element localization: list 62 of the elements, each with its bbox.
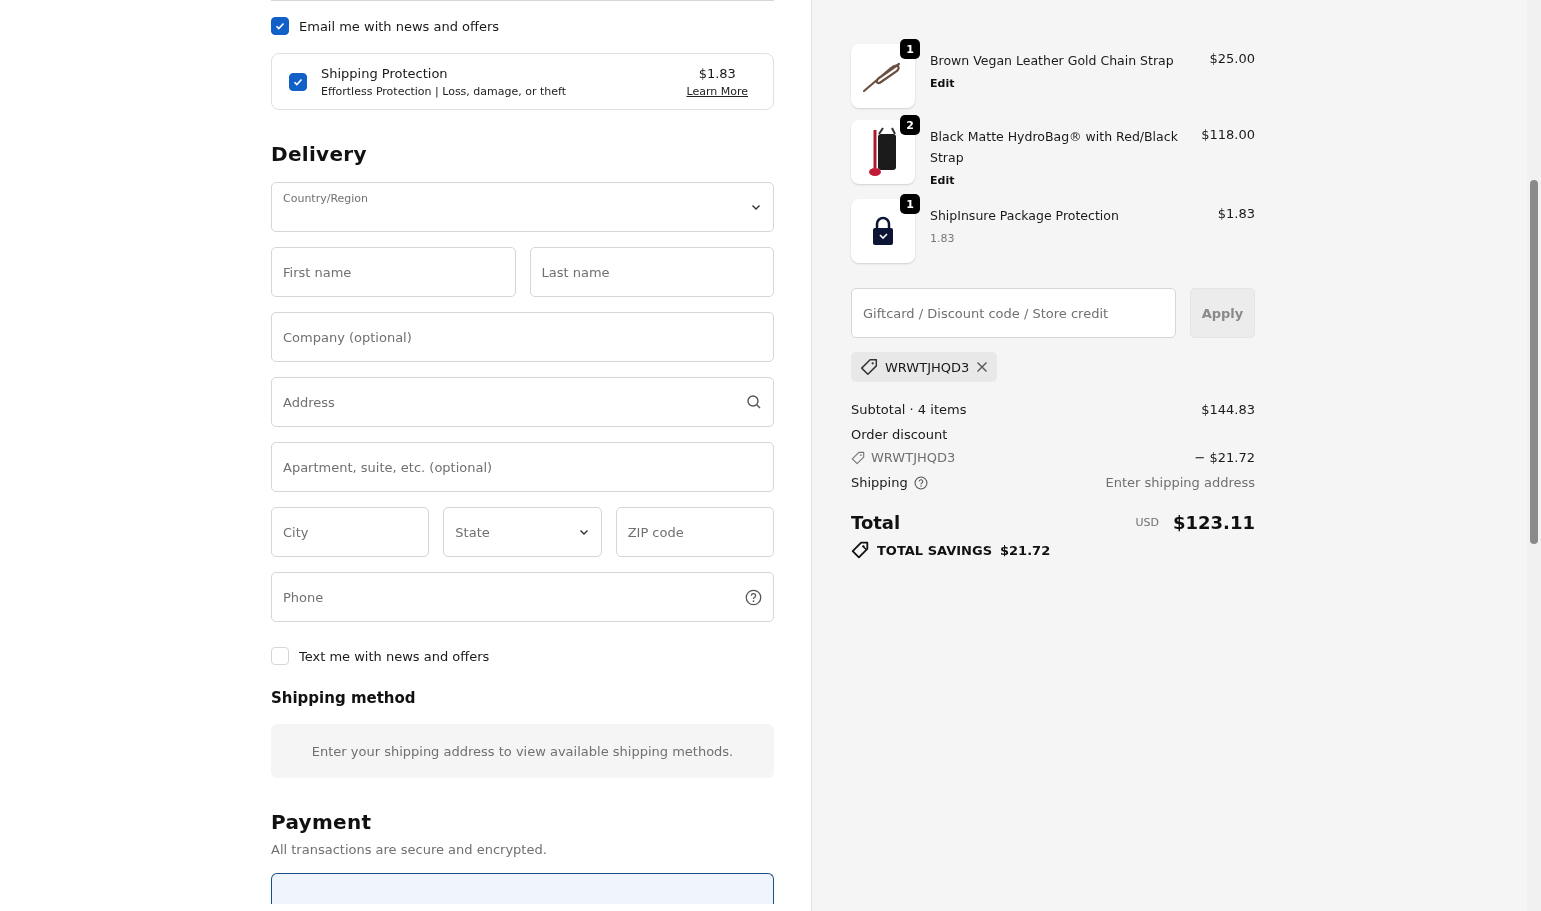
discount-code: WRWTJHQD3 [885,359,970,375]
product-name: ShipInsure Package Protection [930,207,1120,225]
order-discount-label: Order discount [851,427,948,442]
product-price: $118.00 [1201,126,1255,144]
shipping-value: Enter shipping address [1105,475,1255,490]
edit-link[interactable]: Edit [930,77,1195,90]
checkbox-label: Text me with news and offers [299,648,490,664]
discount-code: WRWTJHQD3 [871,450,956,465]
product-name: Brown Vegan Leather Gold Chain Strap [930,52,1175,70]
input-field[interactable]: Company (optional) [271,312,774,362]
payment-subtitle: All transactions are secure and encrypted. [271,842,548,857]
payment-option-box[interactable] [271,873,774,904]
shipping-label: Shipping [851,475,908,490]
subtotal-label: Subtotal · 4 items [851,402,967,417]
lock-drawing [872,216,894,246]
total-value: $123.11 [1173,512,1255,533]
apply-button[interactable]: Apply [1190,288,1255,338]
tag-icon [851,541,869,559]
address-field[interactable]: Address [271,377,774,427]
currency-code: USD [1135,516,1159,529]
checkbox[interactable] [271,17,289,35]
protection-price: $1.83 [698,66,736,81]
checkbox[interactable] [289,73,307,91]
section-heading: Delivery [271,142,368,166]
country-select[interactable]: Country/Region [271,182,774,232]
shipping-info-text: Enter your shipping address to view available shipping methods. [311,743,734,759]
total-label: Total [851,512,901,533]
input-field[interactable]: City [271,507,430,557]
savings-value: $21.72 [1000,542,1051,558]
quantity-badge: 1 [900,39,920,59]
quantity-badge: 1 [900,194,920,214]
tag-icon [860,358,878,376]
section-heading: Shipping method [271,689,417,707]
product-price: $1.83 [1217,205,1255,223]
input-field[interactable]: Apartment, suite, etc. (optional) [271,442,774,492]
discount-code-field[interactable]: Giftcard / Discount code / Store credit [851,288,1176,338]
edit-link[interactable]: Edit [930,174,1187,187]
state-select[interactable]: State [443,507,602,557]
search-icon [746,394,762,410]
phone-field[interactable]: Phone [271,572,774,622]
checkbox-label: Email me with news and offers [299,18,500,34]
product-note: 1.83 [930,232,956,245]
close-icon[interactable] [976,361,989,373]
protection-title: Shipping Protection [321,66,449,81]
protection-subtitle: Effortless Protection | Loss, damage, or theft [321,85,568,98]
check-icon [292,76,304,88]
tag-icon [851,450,865,465]
check-icon [274,20,286,32]
input-field[interactable]: Last name [529,247,774,297]
scrollbar[interactable] [1527,0,1541,911]
section-heading: Payment [271,810,373,834]
subtotal-value: $144.83 [1201,402,1255,417]
help-icon [913,475,928,490]
savings-label: TOTAL SAVINGS [877,542,992,558]
product-name: Black Matte HydroBag® with Red/Black Strap [930,128,1179,167]
help-icon [745,588,762,606]
discount-value: − $21.72 [1194,450,1255,465]
learn-more-link[interactable]: Learn More [686,85,748,98]
quantity-badge: 2 [900,115,920,135]
product-price: $25.00 [1209,50,1255,68]
input-field[interactable]: ZIP code [615,507,774,557]
input-field[interactable]: First name [271,247,516,297]
